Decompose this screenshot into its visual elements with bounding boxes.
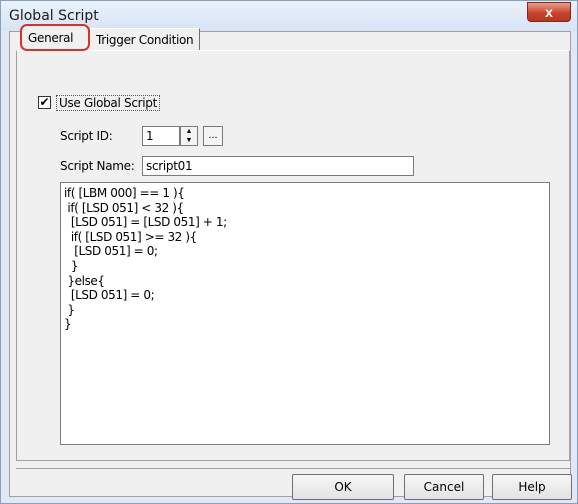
script-name-label: Script Name:	[60, 159, 135, 173]
script-line: }	[64, 302, 75, 317]
spin-down-icon[interactable]: ▼	[181, 136, 197, 145]
tab-trigger-condition-label: Trigger Condition	[96, 33, 194, 47]
script-line: [LSD 051] = 0;	[64, 244, 158, 259]
checkmark-icon: ✔	[39, 95, 50, 109]
window-title: Global Script	[9, 8, 99, 24]
script-line: if( [LBM 000] == 1 ){	[64, 186, 185, 200]
use-global-script-label[interactable]: Use Global Script	[56, 95, 161, 111]
tab-trigger-condition[interactable]: Trigger Condition	[90, 28, 200, 50]
close-button[interactable]: x	[527, 2, 571, 22]
script-line: }	[64, 317, 72, 332]
script-name-field[interactable]: script01	[142, 156, 414, 176]
script-line: if( [LSD 051] < 32 ){	[64, 200, 184, 215]
script-line: if( [LSD 051] >= 32 ){	[64, 229, 197, 244]
script-id-browse-button[interactable]: ...	[203, 126, 223, 146]
script-id-spinner[interactable]: ▲ ▼	[180, 126, 198, 146]
cancel-button[interactable]: Cancel	[404, 474, 484, 500]
script-id-field[interactable]: 1	[142, 126, 180, 146]
script-id-label: Script ID:	[60, 129, 113, 143]
script-line: }else{	[64, 273, 105, 288]
use-global-script-checkbox[interactable]: ✔	[38, 96, 51, 109]
script-line: [LSD 051] = 0;	[64, 288, 155, 303]
help-button[interactable]: Help	[492, 474, 572, 500]
script-editor[interactable]: if( [LBM 000] == 1 ){ if( [LSD 051] < 32…	[60, 182, 550, 445]
tab-general-label: General	[28, 31, 74, 45]
close-icon: x	[545, 4, 553, 20]
ok-button[interactable]: OK	[292, 474, 394, 500]
spin-up-icon[interactable]: ▲	[181, 127, 197, 136]
script-line: [LSD 051] = [LSD 051] + 1;	[64, 215, 227, 230]
script-line: }	[64, 258, 79, 273]
button-separator	[16, 468, 570, 469]
tab-general[interactable]: General	[20, 24, 90, 51]
